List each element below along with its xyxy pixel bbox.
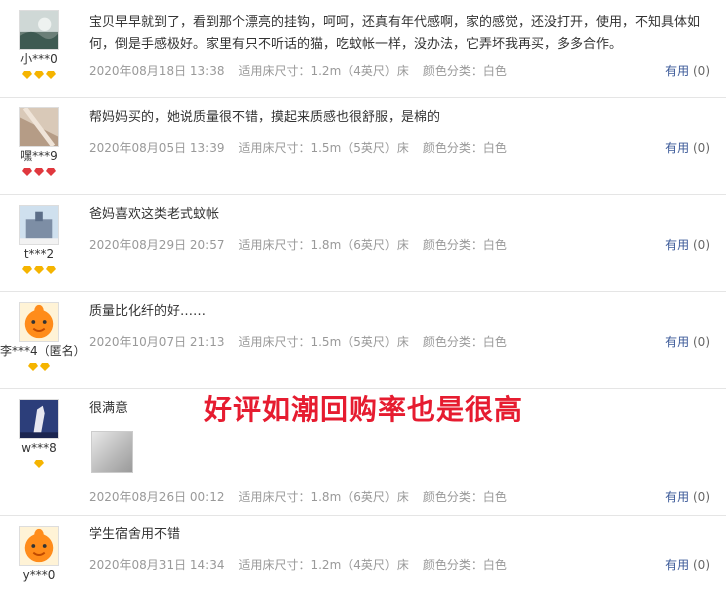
diamond-icon [28,363,38,371]
diamond-icon [46,71,56,79]
review-item: 李***4（匿名） 质量比化纤的好…… 2020年10月07日 21:13 适用床… [0,292,726,389]
avatar[interactable] [19,526,59,566]
useful-button[interactable]: 有用 (0) [665,488,710,505]
buyer-level-badges [0,458,78,470]
review-meta: 2020年08月29日 20:57 适用床尺寸：1.8m（6英尺）床 颜色分类：白色 [89,236,521,253]
color-option: 颜色分类：白色 [422,335,507,349]
review-text: 帮妈妈买的，她说质量很不错，摸起来质感也很舒服，是棉的 [89,110,441,125]
color-option: 颜色分类：白色 [422,238,507,252]
bed-size: 适用床尺寸：1.2m（4英尺）床 [238,64,409,78]
bed-size: 适用床尺寸：1.2m（4英尺）床 [238,558,409,572]
buyer-level-badges [0,69,78,81]
useful-label[interactable]: 有用 [665,141,689,155]
review-meta: 2020年08月31日 14:34 适用床尺寸：1.2m（4英尺）床 颜色分类：白色 [89,556,521,573]
buyer-level-badges [0,166,78,178]
diamond-icon [34,266,44,274]
diamond-icon [22,266,32,274]
diamond-icon [40,363,50,371]
review-photo[interactable] [91,431,133,473]
avatar[interactable] [19,205,59,245]
review-date: 2020年08月18日 13:38 [89,64,225,78]
bed-size: 适用床尺寸：1.5m（5英尺）床 [238,141,409,155]
buyer-level-badges [0,264,78,276]
bed-size: 适用床尺寸：1.8m（6英尺）床 [238,238,409,252]
username[interactable]: y***0 [0,567,78,583]
color-option: 颜色分类：白色 [422,141,507,155]
avatar[interactable] [19,107,59,147]
review-meta: 2020年10月07日 21:13 适用床尺寸：1.5m（5英尺）床 颜色分类：白色 [89,333,521,350]
avatar[interactable] [19,10,59,50]
username[interactable]: 嘿***9 [0,148,78,164]
useful-label[interactable]: 有用 [665,490,689,504]
diamond-icon [46,168,56,176]
review-date: 2020年08月29日 20:57 [89,238,225,252]
review-text: 宝贝早早就到了，看到那个漂亮的挂钩，呵呵，还真有年代感啊，家的感觉，还没打开，使… [89,15,701,52]
diamond-icon [22,168,32,176]
color-option: 颜色分类：白色 [422,490,507,504]
review-item: t***2 爸妈喜欢这类老式蚊帐 2020年08月29日 20:57 适用床尺寸：… [0,195,726,292]
color-option: 颜色分类：白色 [422,558,507,572]
diamond-icon [34,71,44,79]
useful-button[interactable]: 有用 (0) [665,333,710,350]
diamond-icon [46,266,56,274]
username[interactable]: t***2 [0,246,78,262]
useful-count: (0) [693,490,710,504]
avatar[interactable] [19,302,59,342]
review-date: 2020年08月31日 14:34 [89,558,225,572]
review-meta: 2020年08月26日 00:12 适用床尺寸：1.8m（6英尺）床 颜色分类：白色 [89,488,521,505]
review-date: 2020年08月05日 13:39 [89,141,225,155]
bed-size: 适用床尺寸：1.5m（5英尺）床 [238,335,409,349]
review-item: y***0 学生宿舍用不错 2020年08月31日 14:34 适用床尺寸：1.2… [0,516,726,589]
review-text: 学生宿舍用不错 [89,527,181,542]
useful-label[interactable]: 有用 [665,335,689,349]
buyer-level-badges [0,361,78,373]
diamond-icon [34,168,44,176]
review-item: 小***0 宝贝早早就到了，看到那个漂亮的挂钩，呵呵，还真有年代感啊，家的感觉，… [0,0,726,98]
username[interactable]: 李***4（匿名） [0,343,86,359]
review-text: 爸妈喜欢这类老式蚊帐 [89,207,220,222]
review-date: 2020年10月07日 21:13 [89,335,225,349]
review-date: 2020年08月26日 00:12 [89,490,225,504]
useful-button[interactable]: 有用 (0) [665,62,710,79]
useful-count: (0) [693,238,710,252]
useful-count: (0) [693,335,710,349]
promo-overlay-text: 好评如潮回购率也是很高 [204,393,524,426]
username[interactable]: w***8 [0,440,78,456]
useful-count: (0) [693,64,710,78]
color-option: 颜色分类：白色 [422,64,507,78]
useful-button[interactable]: 有用 (0) [665,556,710,573]
bed-size: 适用床尺寸：1.8m（6英尺）床 [238,490,409,504]
useful-label[interactable]: 有用 [665,238,689,252]
useful-label[interactable]: 有用 [665,558,689,572]
useful-label[interactable]: 有用 [665,64,689,78]
diamond-icon [34,460,44,468]
review-item: 嘿***9 帮妈妈买的，她说质量很不错，摸起来质感也很舒服，是棉的 2020年0… [0,98,726,195]
username[interactable]: 小***0 [0,51,78,67]
review-meta: 2020年08月18日 13:38 适用床尺寸：1.2m（4英尺）床 颜色分类：白色 [89,62,521,79]
useful-count: (0) [693,141,710,155]
useful-button[interactable]: 有用 (0) [665,139,710,156]
review-meta: 2020年08月05日 13:39 适用床尺寸：1.5m（5英尺）床 颜色分类：白色 [89,139,521,156]
review-text: 质量比化纤的好…… [89,304,207,319]
useful-count: (0) [693,558,710,572]
avatar[interactable] [19,399,59,439]
diamond-icon [22,71,32,79]
useful-button[interactable]: 有用 (0) [665,236,710,253]
